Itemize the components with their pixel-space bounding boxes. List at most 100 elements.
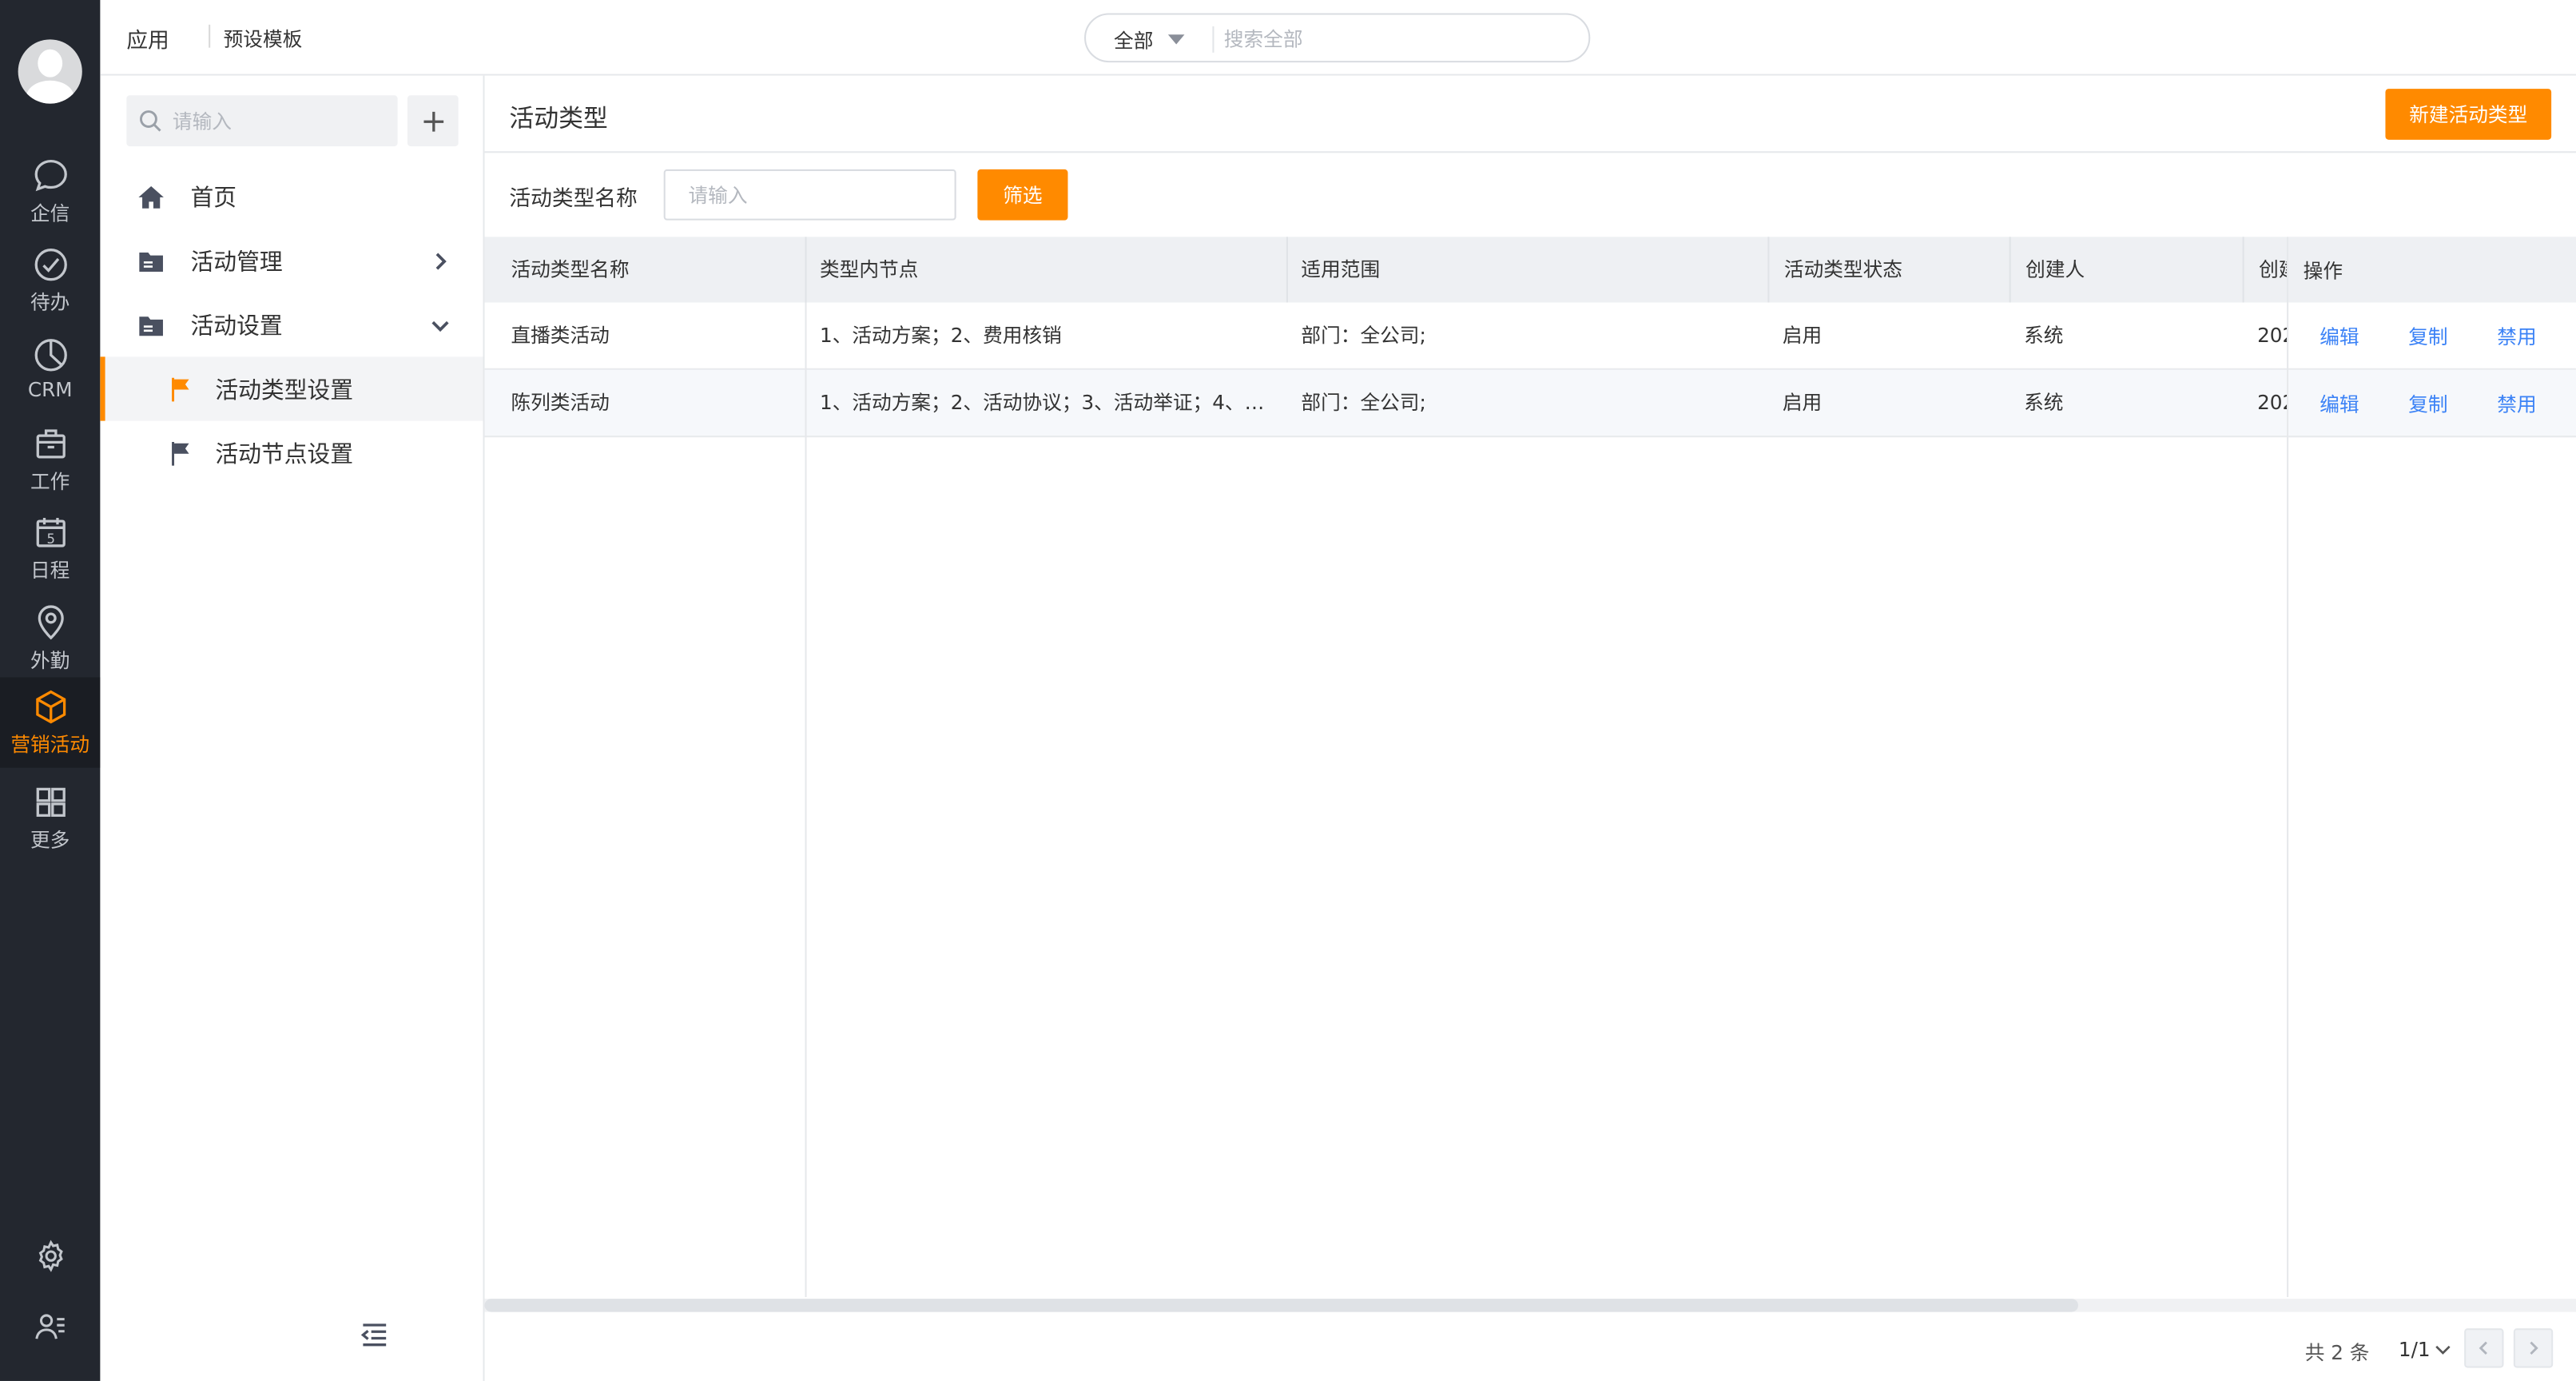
svg-text:5: 5 bbox=[46, 531, 54, 547]
home-icon bbox=[138, 185, 164, 208]
horizontal-scrollbar[interactable] bbox=[484, 1299, 2576, 1312]
settings-button[interactable] bbox=[0, 1230, 100, 1283]
total-count: 共 2 条 bbox=[2304, 1341, 2370, 1365]
disable-link[interactable]: 禁用 bbox=[2497, 322, 2536, 350]
edit-link[interactable]: 编辑 bbox=[2320, 390, 2359, 418]
cell-created: 202 bbox=[2257, 324, 2287, 348]
app-window: 企信 待办 CRM 工作 5 日程 外勤 营销活动 更多 应用 预设模板 全部 … bbox=[0, 0, 2576, 1381]
rail-item-label: 日程 bbox=[30, 559, 70, 583]
rail-item-work[interactable]: 工作 bbox=[0, 414, 100, 503]
column-header-status[interactable]: 活动类型状态 bbox=[1767, 237, 2009, 303]
sidebar-search bbox=[126, 95, 398, 147]
rail-item-crm[interactable]: CRM bbox=[0, 325, 100, 414]
edit-link[interactable]: 编辑 bbox=[2320, 322, 2359, 350]
avatar[interactable] bbox=[18, 39, 82, 104]
chevron-down-icon bbox=[2435, 1345, 2451, 1355]
sidebar-add-button[interactable] bbox=[407, 95, 459, 147]
sidebar-search-input[interactable] bbox=[172, 105, 387, 137]
activity-type-table: 活动类型名称 类型内节点 适用范围 活动类型状态 创建人 创建 直播类活动 1、… bbox=[484, 237, 2576, 1298]
filter-button[interactable]: 筛选 bbox=[977, 169, 1068, 221]
folder-icon bbox=[139, 316, 163, 336]
location-pin-icon bbox=[37, 605, 63, 640]
rail-item-more[interactable]: 更多 bbox=[0, 773, 100, 862]
avatar-head bbox=[38, 49, 63, 78]
top-bar: 应用 预设模板 全部 bbox=[100, 0, 2576, 76]
rail-item-label: 工作 bbox=[30, 470, 70, 494]
sidebar-item-activity-node-settings[interactable]: 活动节点设置 bbox=[100, 421, 483, 485]
filter-name-input[interactable] bbox=[663, 169, 956, 221]
app-rail: 企信 待办 CRM 工作 5 日程 外勤 营销活动 更多 bbox=[0, 0, 101, 1381]
chevron-right-icon bbox=[435, 252, 447, 269]
breadcrumb-app[interactable]: 应用 bbox=[126, 23, 169, 54]
title-divider bbox=[484, 151, 2576, 153]
sidebar-item-label: 首页 bbox=[190, 185, 237, 212]
copy-link[interactable]: 复制 bbox=[2408, 322, 2447, 350]
new-activity-type-button[interactable]: 新建活动类型 bbox=[2385, 89, 2552, 140]
cell-creator: 系统 bbox=[2024, 324, 2064, 348]
page-indicator: 1/1 bbox=[2398, 1338, 2431, 1362]
flag-icon bbox=[172, 440, 189, 465]
column-header-scope[interactable]: 适用范围 bbox=[1286, 237, 1767, 303]
rail-item-label: CRM bbox=[27, 378, 73, 401]
sidebar-item-label: 活动类型设置 bbox=[215, 377, 354, 404]
chevron-down-icon bbox=[431, 320, 449, 332]
disable-link[interactable]: 禁用 bbox=[2497, 390, 2536, 418]
global-search-input[interactable] bbox=[1223, 22, 1553, 56]
cube-icon bbox=[35, 690, 66, 724]
cell-creator: 系统 bbox=[2024, 391, 2064, 415]
rail-item-todo[interactable]: 待办 bbox=[0, 235, 100, 324]
copy-link[interactable]: 复制 bbox=[2408, 390, 2447, 418]
next-page-button[interactable] bbox=[2513, 1328, 2554, 1368]
search-scope-select[interactable]: 全部 bbox=[1114, 26, 1153, 54]
briefcase-icon bbox=[35, 429, 65, 459]
column-header-operations: 操作 bbox=[2288, 237, 2576, 303]
sidebar-item-activity-type-settings[interactable]: 活动类型设置 bbox=[100, 356, 483, 421]
column-header-nodes[interactable]: 类型内节点 bbox=[805, 237, 1286, 303]
column-divider bbox=[805, 302, 807, 1298]
caret-down-icon[interactable] bbox=[1167, 34, 1185, 45]
rail-item-label: 更多 bbox=[30, 828, 70, 852]
rail-item-chat[interactable]: 企信 bbox=[0, 146, 100, 235]
cell-nodes: 1、活动方案；2、费用核销 bbox=[819, 324, 1062, 348]
rail-item-calendar[interactable]: 5 日程 bbox=[0, 503, 100, 591]
filter-label: 活动类型名称 bbox=[509, 187, 638, 213]
prev-page-button[interactable] bbox=[2464, 1328, 2504, 1368]
cell-nodes: 1、活动方案；2、活动协议；3、活动举证；4、活动核销 bbox=[819, 391, 1286, 415]
folder-icon bbox=[139, 251, 163, 272]
sidebar-item-label: 活动设置 bbox=[190, 312, 283, 340]
operations-column: 操作 编辑 复制 禁用 编辑 复制 禁用 bbox=[2287, 237, 2576, 1298]
contacts-button[interactable] bbox=[0, 1300, 100, 1353]
column-header-creator[interactable]: 创建人 bbox=[2009, 237, 2243, 303]
cell-name: 陈列类活动 bbox=[511, 391, 610, 415]
active-indicator bbox=[100, 356, 105, 421]
rail-item-field[interactable]: 外勤 bbox=[0, 594, 100, 683]
column-header-name[interactable]: 活动类型名称 bbox=[485, 237, 805, 302]
sidebar-item-activity-management[interactable]: 活动管理 bbox=[100, 229, 483, 293]
global-search: 全部 bbox=[1084, 13, 1591, 63]
cell-name: 直播类活动 bbox=[511, 324, 610, 348]
cell-created: 202 bbox=[2257, 391, 2287, 415]
rail-item-label: 企信 bbox=[30, 202, 70, 225]
page-select[interactable]: 1/1 bbox=[2398, 1338, 2451, 1362]
cell-status: 启用 bbox=[1782, 391, 1823, 415]
rail-item-marketing[interactable]: 营销活动 bbox=[0, 677, 101, 768]
sidebar-item-home[interactable]: 首页 bbox=[100, 165, 483, 229]
sidebar-item-activity-settings[interactable]: 活动设置 bbox=[100, 293, 483, 356]
plus-icon bbox=[423, 110, 443, 131]
operations-header-label: 操作 bbox=[2303, 260, 2343, 283]
scrollbar-thumb[interactable] bbox=[484, 1299, 2078, 1312]
table-row[interactable]: 陈列类活动 1、活动方案；2、活动协议；3、活动举证；4、活动核销 部门：全公司… bbox=[484, 369, 2576, 438]
column-header-created[interactable]: 创建 bbox=[2242, 237, 2287, 303]
grid-icon bbox=[35, 787, 65, 817]
calendar-icon: 5 bbox=[35, 517, 65, 547]
table-row[interactable]: 直播类活动 1、活动方案；2、费用核销 部门：全公司; 启用 系统 202 bbox=[484, 303, 2576, 370]
sidebar-item-label: 活动节点设置 bbox=[215, 441, 354, 468]
chevron-left-icon bbox=[2479, 1341, 2487, 1355]
breadcrumb-template[interactable]: 预设模板 bbox=[224, 25, 303, 53]
main-content: 活动类型 新建活动类型 活动类型名称 筛选 活动类型名称 类型内节点 适用范围 … bbox=[484, 75, 2576, 1381]
user-list-icon bbox=[34, 1314, 64, 1339]
collapse-sidebar-icon[interactable] bbox=[360, 1320, 389, 1350]
rail-item-label: 营销活动 bbox=[10, 733, 90, 757]
sidebar-item-label: 活动管理 bbox=[190, 249, 283, 276]
operations-row: 编辑 复制 禁用 bbox=[2288, 369, 2576, 438]
